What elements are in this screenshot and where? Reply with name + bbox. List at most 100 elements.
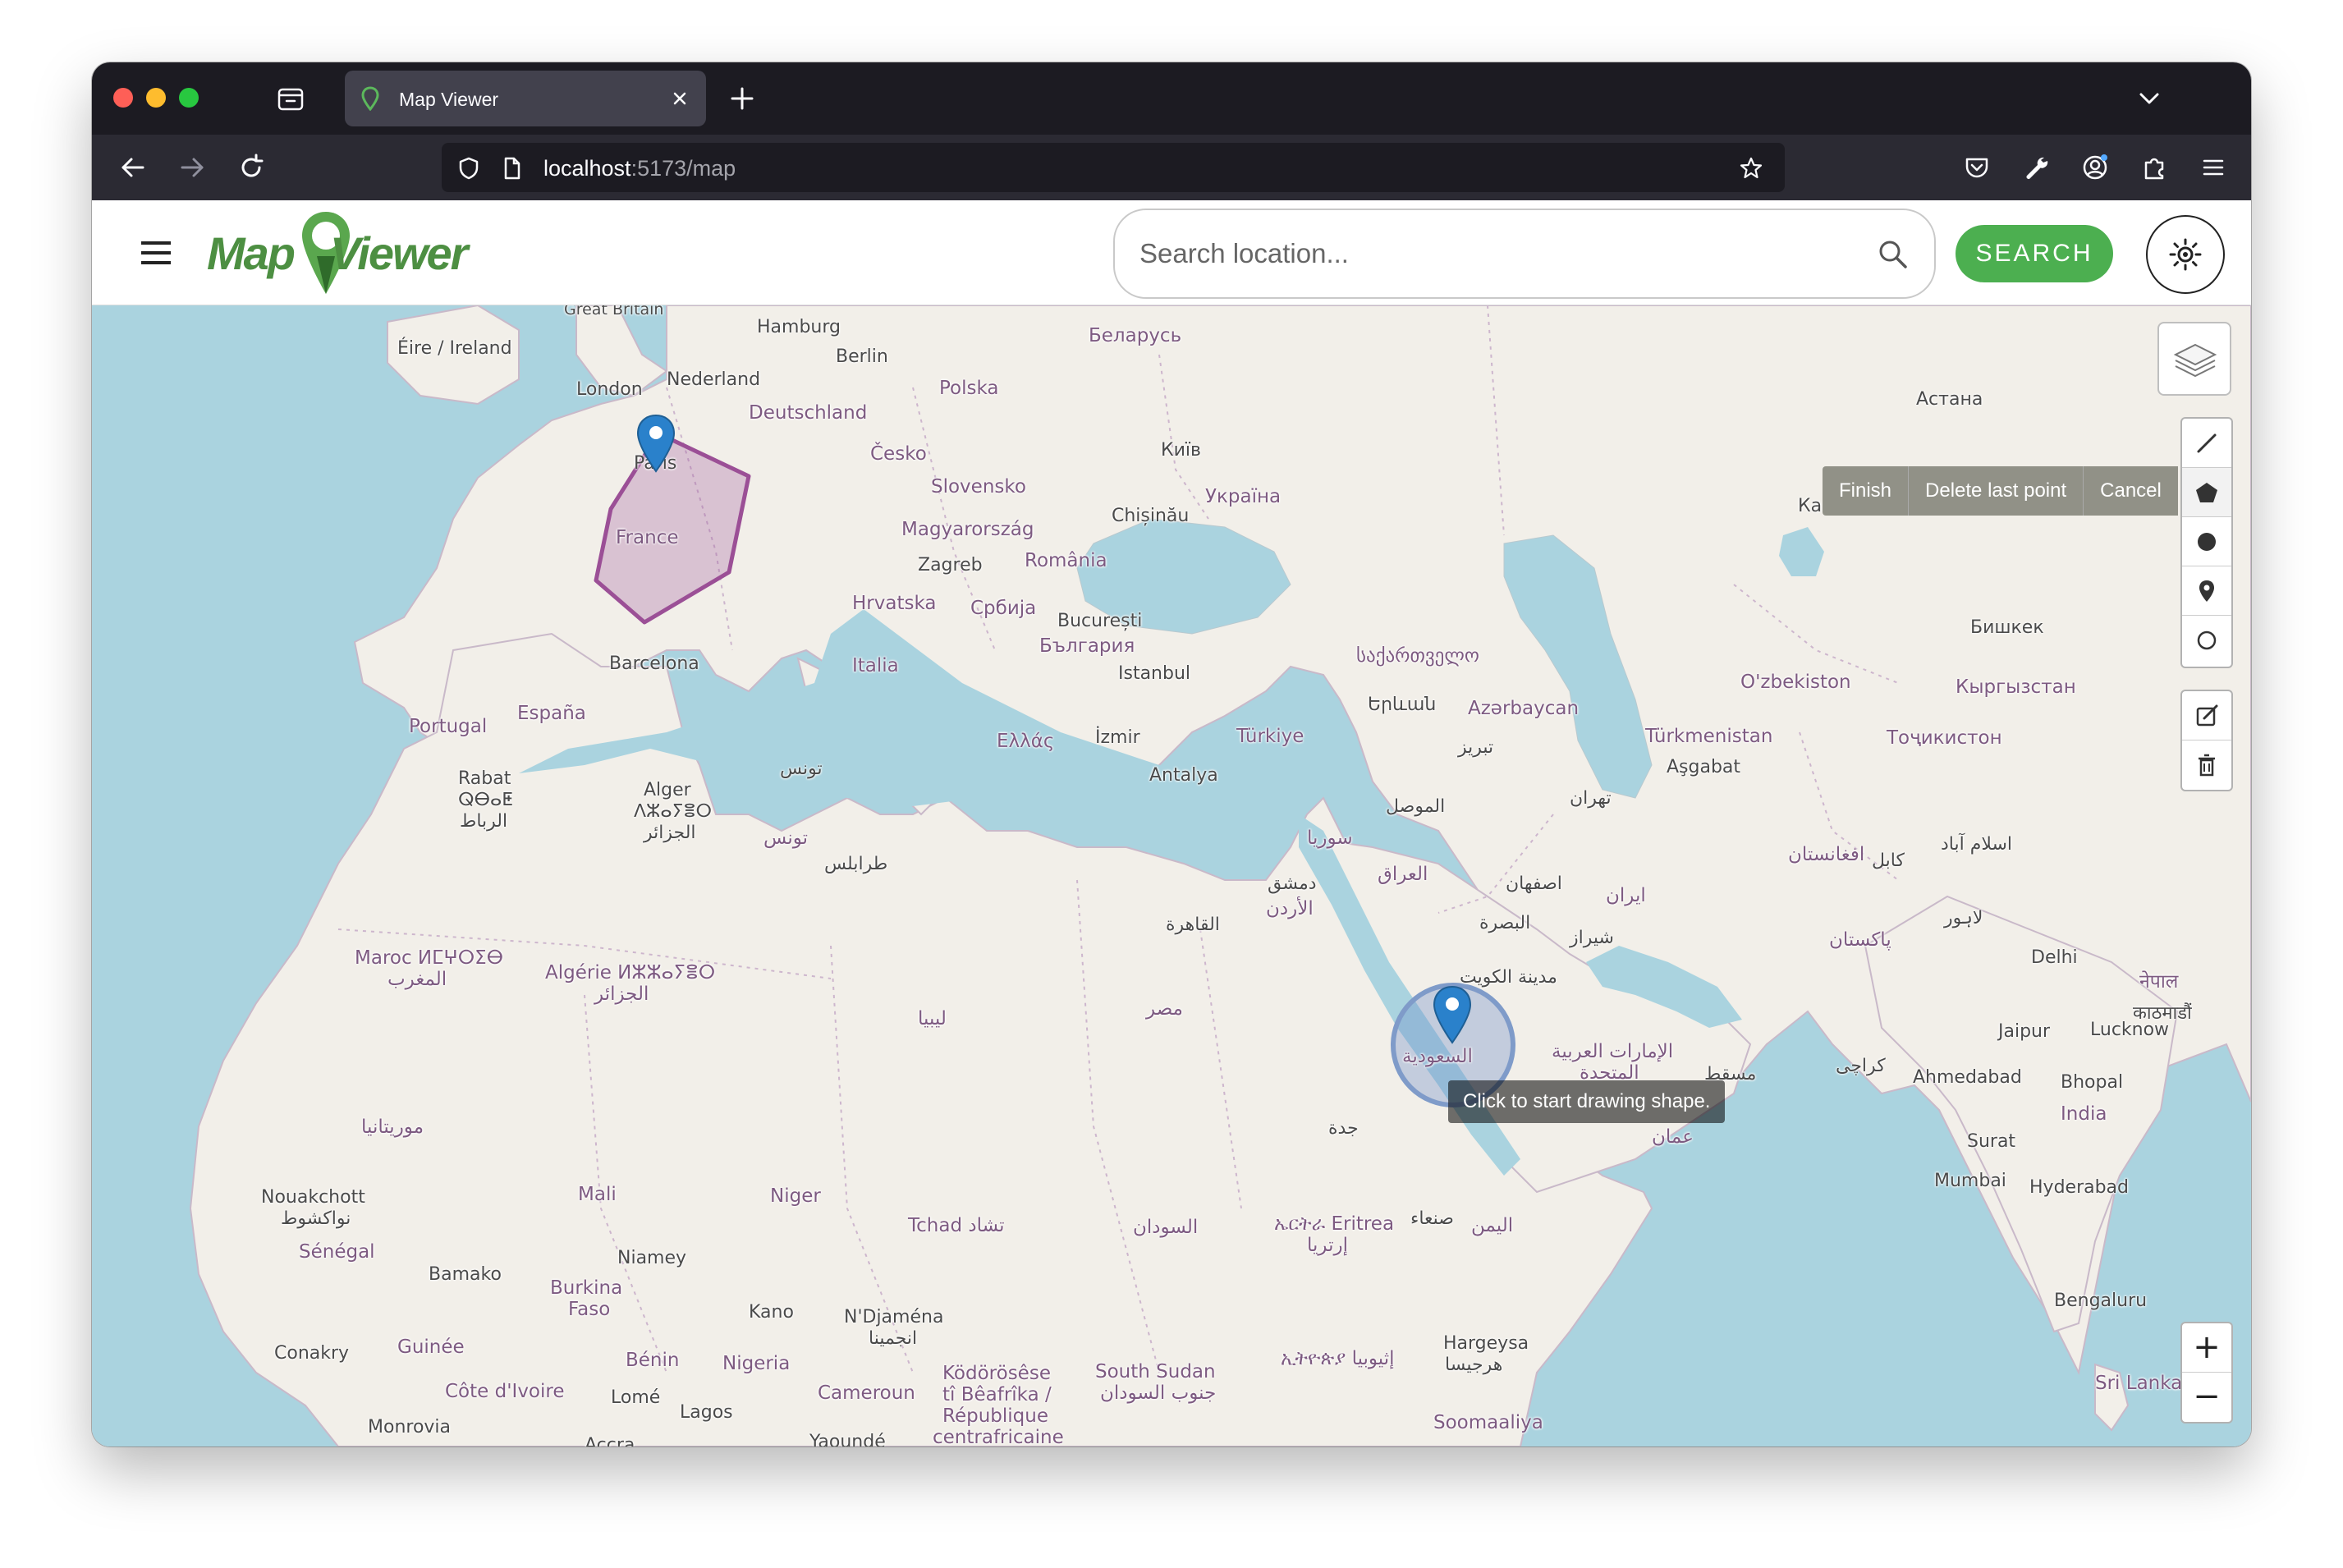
map-label: شيراز <box>1570 928 1614 948</box>
map-label: Астана <box>1916 389 1983 410</box>
tab-strip: Map Viewer <box>92 62 2251 135</box>
map-label: Deutschland <box>749 402 868 424</box>
draw-circle-button[interactable] <box>2182 517 2231 566</box>
page-icon[interactable] <box>499 156 524 181</box>
map-label: الجزائر <box>594 983 649 1005</box>
map-label: Azərbaycan <box>1468 698 1580 719</box>
map-label: Yaoundé <box>809 1432 886 1447</box>
zoom-in-button[interactable]: + <box>2182 1323 2231 1373</box>
reload-icon[interactable] <box>233 149 269 186</box>
map-marker-icon[interactable] <box>635 414 676 479</box>
map-label: India <box>2061 1103 2107 1125</box>
draw-circlemarker-button[interactable] <box>2182 616 2231 665</box>
map-label: İzmir <box>1095 727 1140 748</box>
map-label: Burkina <box>550 1277 623 1299</box>
pocket-icon[interactable] <box>1960 151 1993 184</box>
map-label: Тоҷикистон <box>1887 727 2002 749</box>
map-label: پاکستان <box>1829 929 1891 951</box>
map-label: България <box>1039 635 1135 657</box>
circle-outline-icon <box>2197 630 2217 650</box>
map-label: اليمن <box>1471 1215 1514 1236</box>
search-icon[interactable] <box>1877 238 1910 271</box>
map-label: دمشق <box>1268 873 1317 894</box>
url-text: localhost:5173/map <box>543 156 736 181</box>
map-label: نواكشوط <box>281 1208 351 1229</box>
back-arrow-icon[interactable] <box>115 149 151 186</box>
polyline-icon <box>2197 433 2217 453</box>
map-label: صنعاء <box>1410 1208 1454 1229</box>
draw-polyline-button[interactable] <box>2182 419 2231 468</box>
map-label: Sri Lanka <box>2095 1373 2183 1394</box>
forward-arrow-icon[interactable] <box>174 149 210 186</box>
search-input[interactable] <box>1139 233 1862 274</box>
close-window-button[interactable] <box>113 88 133 108</box>
zoom-out-button[interactable]: − <box>2182 1373 2231 1422</box>
map-label: اسلام آباد <box>1941 834 2013 855</box>
app-menu-icon[interactable] <box>2197 151 2230 184</box>
close-tab-icon[interactable] <box>668 87 691 110</box>
tab-list-chevron-icon[interactable] <box>2134 84 2164 113</box>
app-logo[interactable]: Map Viewer <box>207 207 468 299</box>
map-label: Ködörösêse <box>942 1363 1051 1384</box>
bookmark-star-icon[interactable] <box>1739 156 1763 181</box>
map-label: العراق <box>1378 864 1428 885</box>
new-tab-icon[interactable] <box>726 82 759 115</box>
tab-title: Map Viewer <box>399 89 499 110</box>
browser-window: Map Viewer localhost:5173/map Map Viewer… <box>92 62 2251 1447</box>
map-label: السودان <box>1133 1217 1199 1238</box>
theme-toggle-button[interactable] <box>2146 215 2225 294</box>
map-canvas[interactable]: Great Britain Éire / Ireland London Nede… <box>92 305 2251 1447</box>
map-label: Jaipur <box>1998 1021 2051 1042</box>
map-label: تونس <box>763 828 809 849</box>
address-bar[interactable]: localhost:5173/map <box>442 143 1785 192</box>
map-label: Türkmenistan <box>1645 726 1773 747</box>
map-label: کراچی <box>1836 1056 1886 1076</box>
edit-layers-button[interactable] <box>2182 691 2231 740</box>
maximize-window-button[interactable] <box>179 88 199 108</box>
draw-toolbar <box>2180 417 2233 668</box>
map-label: Zagreb <box>918 555 983 575</box>
map-label: کابل <box>1872 850 1905 871</box>
draw-marker-button[interactable] <box>2182 566 2231 616</box>
minimize-window-button[interactable] <box>146 88 166 108</box>
map-label: Bénin <box>626 1350 680 1371</box>
map-label: إرتريا <box>1307 1235 1348 1256</box>
extensions-icon[interactable] <box>2138 151 2171 184</box>
draw-polygon-button[interactable] <box>2182 468 2231 517</box>
map-label: Lucknow <box>2090 1020 2170 1040</box>
account-icon[interactable] <box>2079 151 2111 184</box>
map-label: Hrvatska <box>852 593 937 614</box>
map-label: هرجيسا <box>1445 1355 1503 1375</box>
map-label: الجزائر <box>644 823 696 843</box>
map-label: الموصل <box>1386 796 1446 817</box>
search-button[interactable]: SEARCH <box>1956 225 2113 282</box>
map-label: Bhopal <box>2061 1072 2124 1093</box>
map-label: مصر <box>1146 998 1183 1020</box>
map-label: O'zbekiston <box>1740 672 1851 693</box>
map-label: Barcelona <box>609 653 699 674</box>
delete-layers-button[interactable] <box>2182 740 2231 790</box>
map-label: جدة <box>1328 1118 1359 1139</box>
finish-button[interactable]: Finish <box>1823 466 1908 516</box>
tab-overview-icon[interactable] <box>274 82 307 115</box>
map-label: الأردن <box>1266 898 1314 919</box>
layers-control[interactable] <box>2157 322 2231 396</box>
map-label: Tchad تشاد <box>908 1215 1005 1236</box>
map-label: موريتانيا <box>361 1116 424 1138</box>
map-label: افغانستان <box>1788 844 1865 865</box>
tab-map-viewer[interactable]: Map Viewer <box>345 71 706 126</box>
map-marker-icon[interactable] <box>1432 985 1473 1051</box>
map-label: Hargeysa <box>1443 1333 1529 1354</box>
map-label: عمان <box>1652 1126 1694 1148</box>
shield-icon[interactable] <box>456 156 481 181</box>
map-label: Niger <box>770 1185 821 1207</box>
wrench-icon[interactable] <box>2020 151 2052 184</box>
map-label: الإمارات العربية <box>1552 1041 1674 1062</box>
map-label: ⵕⴱⴰⵟ <box>458 790 513 810</box>
delete-last-point-button[interactable]: Delete last point <box>1908 466 2083 516</box>
map-label: Sénégal <box>299 1241 375 1263</box>
polygon-icon <box>2196 483 2217 502</box>
menu-icon[interactable] <box>138 236 174 269</box>
cancel-button[interactable]: Cancel <box>2083 466 2178 516</box>
map-label: اصفهان <box>1506 873 1562 894</box>
